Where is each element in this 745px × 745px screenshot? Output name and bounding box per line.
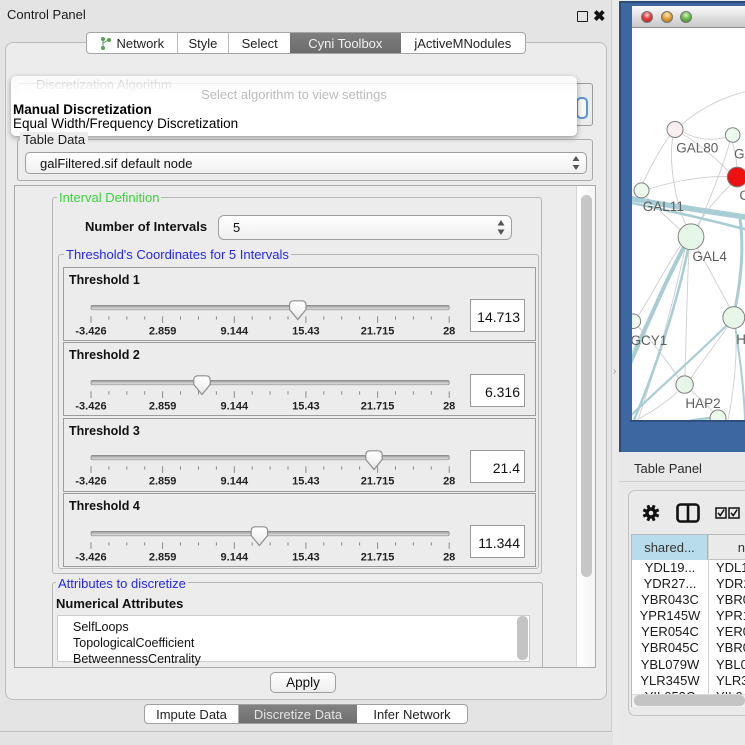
svg-text:2.859: 2.859 [149,325,177,337]
svg-text:HA: HA [736,332,745,347]
svg-text:21.715: 21.715 [361,400,395,412]
svg-text:9.144: 9.144 [221,325,249,337]
svg-text:-3.426: -3.426 [75,325,106,337]
svg-text:-3.426: -3.426 [75,400,106,412]
svg-text:28: 28 [443,400,455,412]
svg-text:HAP2: HAP2 [685,396,720,411]
svg-text:15.43: 15.43 [292,475,320,487]
svg-text:GAL80: GAL80 [676,141,718,156]
svg-text:-3.426: -3.426 [75,475,106,487]
svg-text:9.144: 9.144 [221,551,249,563]
svg-text:9.144: 9.144 [221,475,249,487]
svg-text:28: 28 [443,475,455,487]
svg-text:21.715: 21.715 [361,551,395,563]
svg-text:21.715: 21.715 [361,475,395,487]
svg-text:CY: CY [739,188,745,203]
svg-text:15.43: 15.43 [292,551,320,563]
svg-text:GAL11: GAL11 [643,199,684,214]
svg-text:15.43: 15.43 [292,400,320,412]
svg-text:2.859: 2.859 [149,551,177,563]
svg-text:-3.426: -3.426 [75,551,106,563]
svg-text:15.43: 15.43 [292,325,320,337]
svg-text:28: 28 [443,325,455,337]
svg-text:21.715: 21.715 [361,325,395,337]
svg-text:28: 28 [443,551,455,563]
svg-text:GAL4: GAL4 [692,249,727,264]
svg-text:9.144: 9.144 [221,400,249,412]
svg-text:2.859: 2.859 [149,400,177,412]
svg-text:GCY1: GCY1 [632,333,667,348]
svg-text:2.859: 2.859 [149,475,177,487]
svg-text:GA: GA [734,147,745,162]
